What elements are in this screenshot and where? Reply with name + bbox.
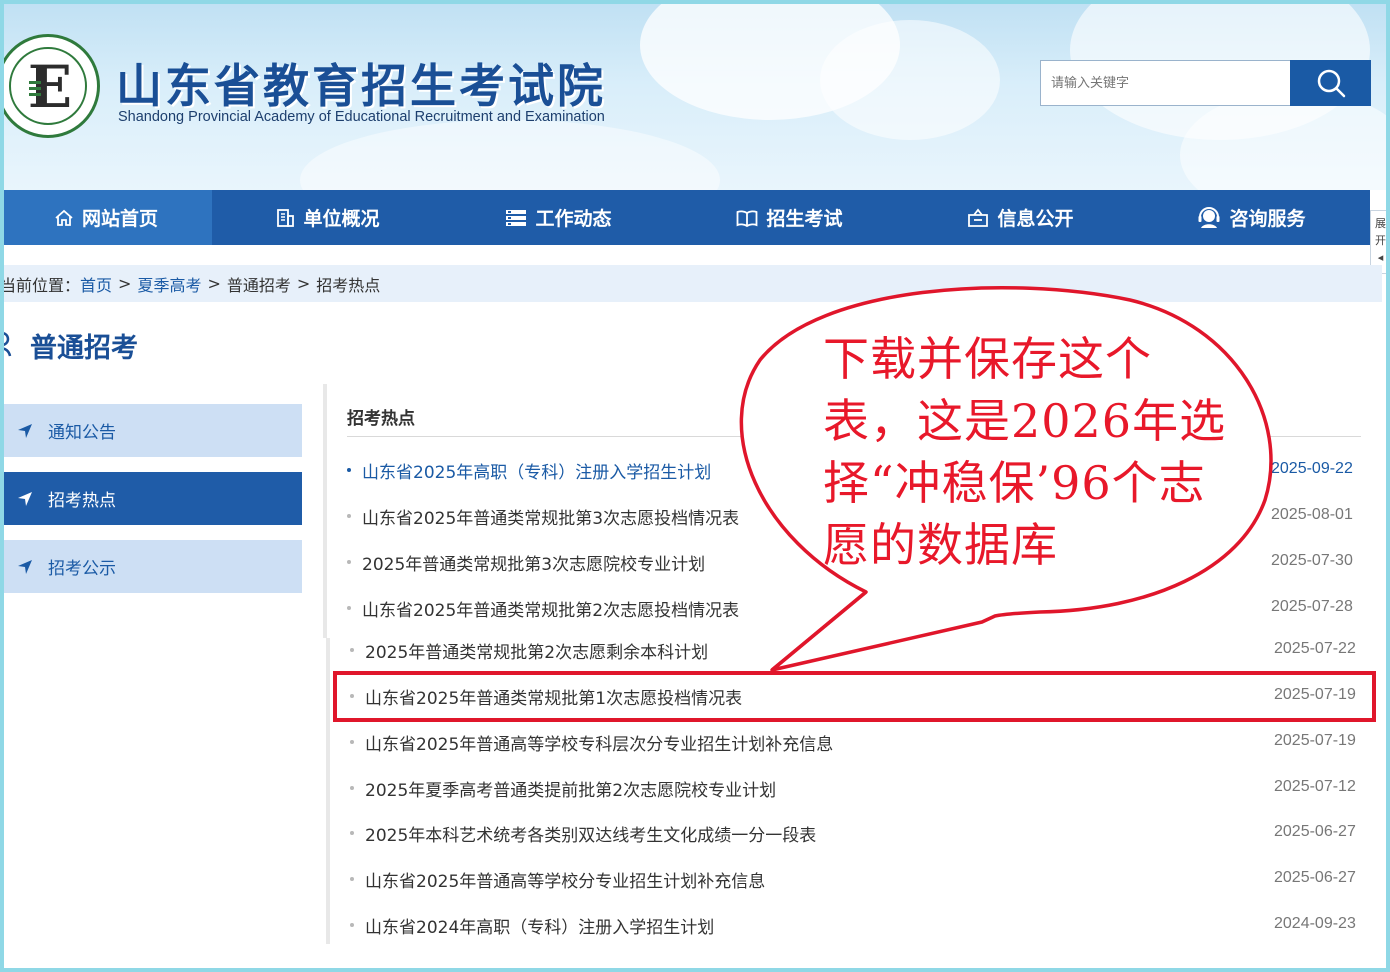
list-item-title[interactable]: 2025年夏季高考普通类提前批第2次志愿院校专业计划 <box>365 776 776 801</box>
nav-item-overview[interactable]: 单位概况 <box>212 190 443 245</box>
content-border <box>323 384 327 638</box>
navigation-arrow-icon <box>18 559 32 574</box>
callout-line: 愿的数据库 <box>823 518 1058 572</box>
list-item-title[interactable]: 山东省2025年普通高等学校分专业招生计划补充信息 <box>365 867 765 892</box>
nav-item-label: 单位概况 <box>303 208 380 230</box>
sidebar-item-hot-topics[interactable]: 招考热点 <box>0 472 302 525</box>
list-item-date: 2025-07-19 <box>1274 732 1356 749</box>
list-item-date: 2025-07-19 <box>1274 686 1356 703</box>
search-field[interactable] <box>1040 60 1292 106</box>
list-item-title[interactable]: 山东省2025年高职（专科）注册入学招生计划 <box>362 458 711 483</box>
nav-item-label: 咨询服务 <box>1229 208 1306 230</box>
academy-logo[interactable]: E <box>0 34 100 138</box>
list-item[interactable]: 2025年本科艺术统考各类别双达线考生文化成绩一分一段表 <box>350 818 816 848</box>
search-input[interactable] <box>1041 61 1292 105</box>
page-title: 普通招考 <box>30 333 138 364</box>
list-item-title[interactable]: 山东省2025年普通类常规批第2次志愿投档情况表 <box>362 596 739 621</box>
breadcrumb-summer-exam[interactable]: 夏季高考 <box>137 272 201 296</box>
list-item[interactable]: 山东省2024年高职（专科）注册入学招生计划 <box>350 910 714 940</box>
breadcrumb-prefix: 当前位置： <box>0 275 81 295</box>
breadcrumb-current: 招考热点 <box>316 275 381 295</box>
list-item-date: 2025-07-22 <box>1274 640 1356 657</box>
info-box-icon <box>968 208 989 227</box>
side-tab-text: 展 <box>1375 217 1386 230</box>
list-icon <box>506 209 527 226</box>
breadcrumb: 当前位置： 首页 > 夏季高考 > 普通招考 > 招考热点 <box>0 265 1382 302</box>
book-icon <box>737 209 758 227</box>
person-icon <box>0 332 12 357</box>
callout-line: 表，这是2026年选 <box>823 394 1227 448</box>
content-border <box>326 638 330 944</box>
list-item-title[interactable]: 2025年本科艺术统考各类别双达线考生文化成绩一分一段表 <box>365 821 816 846</box>
sidebar-item-label: 招考公示 <box>48 559 116 579</box>
nav-item-consult[interactable]: 咨询服务 <box>1136 190 1367 245</box>
navigation-arrow-icon <box>18 491 32 506</box>
callout-text: 下载并保存这个 表，这是2026年选 择“冲稳保’96个志 愿的数据库 <box>823 328 1253 576</box>
breadcrumb-general[interactable]: 普通招考 <box>227 272 291 296</box>
nav-item-label: 信息公开 <box>997 208 1074 230</box>
nav-item-label: 网站首页 <box>81 208 158 230</box>
sidebar-item-public-notice[interactable]: 招考公示 <box>0 540 302 593</box>
list-item[interactable]: 山东省2025年普通类常规批第3次志愿投档情况表 <box>347 501 739 531</box>
list-item-date: 2025-07-30 <box>1271 552 1353 569</box>
list-item[interactable]: 山东省2025年高职（专科）注册入学招生计划 <box>347 455 711 485</box>
list-item-date: 2025-06-27 <box>1274 869 1356 886</box>
nav-item-news[interactable]: 工作动态 <box>443 190 674 245</box>
search-icon <box>1317 69 1345 98</box>
list-item-date: 2025-09-22 <box>1271 460 1353 477</box>
list-item-date: 2025-07-12 <box>1274 778 1356 795</box>
list-item-title[interactable]: 山东省2025年普通类常规批第3次志愿投档情况表 <box>362 504 739 529</box>
callout-line: 择“冲稳保’96个志 <box>823 456 1206 510</box>
list-item-title[interactable]: 2025年普通类常规批第2次志愿剩余本科计划 <box>365 638 708 663</box>
navigation-arrow-icon <box>18 423 32 438</box>
sidebar-item-notices[interactable]: 通知公告 <box>0 404 302 457</box>
headset-icon <box>1198 206 1220 228</box>
nav-item-label: 工作动态 <box>535 208 612 230</box>
sidebar-item-label: 招考热点 <box>48 491 116 511</box>
list-item-date: 2025-08-01 <box>1271 506 1353 523</box>
list-item[interactable]: 2025年夏季高考普通类提前批第2次志愿院校专业计划 <box>350 773 776 803</box>
list-item[interactable]: 山东省2025年普通类常规批第1次志愿投档情况表 <box>350 681 742 711</box>
list-item-date: 2025-07-28 <box>1271 598 1353 615</box>
nav-item-home[interactable]: 网站首页 <box>0 190 212 245</box>
list-item[interactable]: 山东省2025年普通高等学校专科层次分专业招生计划补充信息 <box>350 727 833 757</box>
site-subtitle: Shandong Provincial Academy of Education… <box>118 109 605 125</box>
chevron-left-icon: ◂ <box>1377 251 1384 264</box>
list-item-date: 2025-06-27 <box>1274 823 1356 840</box>
main-nav: 网站首页 单位概况 工作动态 招生考试 信息公开 咨询服务 <box>0 190 1370 245</box>
breadcrumb-home[interactable]: 首页 <box>80 272 112 296</box>
nav-item-exam[interactable]: 招生考试 <box>674 190 905 245</box>
home-icon <box>55 209 73 226</box>
search-button[interactable] <box>1290 60 1371 106</box>
side-tab-text: 开 <box>1375 234 1386 247</box>
building-icon <box>277 208 295 227</box>
nav-item-info[interactable]: 信息公开 <box>905 190 1136 245</box>
list-item-title[interactable]: 山东省2024年高职（专科）注册入学招生计划 <box>365 913 714 938</box>
list-item[interactable]: 山东省2025年普通高等学校分专业招生计划补充信息 <box>350 864 765 894</box>
list-item-title[interactable]: 山东省2025年普通类常规批第1次志愿投档情况表 <box>365 684 742 709</box>
list-item-title[interactable]: 山东省2025年普通高等学校专科层次分专业招生计划补充信息 <box>365 730 833 755</box>
list-item-title[interactable]: 2025年普通类常规批第3次志愿院校专业计划 <box>362 550 705 575</box>
list-item[interactable]: 2025年普通类常规批第3次志愿院校专业计划 <box>347 547 705 577</box>
list-item-date: 2024-09-23 <box>1274 915 1356 932</box>
list-item[interactable]: 山东省2025年普通类常规批第2次志愿投档情况表 <box>347 593 739 623</box>
nav-item-label: 招生考试 <box>766 208 843 230</box>
content-header: 招考热点 <box>347 409 415 429</box>
site-title: 山东省教育招生考试院 <box>116 59 606 113</box>
list-item[interactable]: 2025年普通类常规批第2次志愿剩余本科计划 <box>350 635 708 665</box>
sidebar-item-label: 通知公告 <box>48 423 116 443</box>
callout-line: 下载并保存这个 <box>823 332 1152 386</box>
